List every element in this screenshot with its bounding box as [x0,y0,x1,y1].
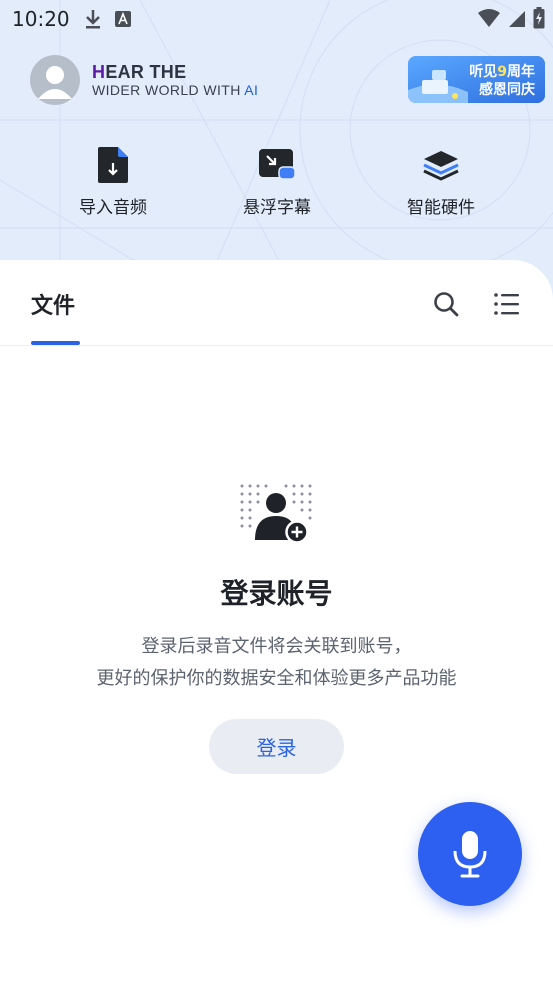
quick-action-label: 悬浮字幕 [243,198,311,218]
login-button[interactable]: 登录 [209,719,344,774]
import-audio-icon [98,147,128,183]
tab-files[interactable]: 文件 [31,288,75,320]
empty-state-illustration [238,482,314,544]
keyboard-a-icon [114,11,131,27]
banner-suffix: 周年 [507,64,535,80]
empty-state-title: 登录账号 [220,577,333,610]
empty-state-description: 登录后录音文件将会关联到账号， 更好的保护你的数据安全和体验更多产品功能 [0,631,553,695]
slogan-highlight-letter: H [92,62,106,82]
slogan-line-1: HEAR THE [92,62,258,82]
slogan-line-1-text: EAR THE [105,62,187,82]
floating-subtitle-icon [259,149,296,180]
slogan: HEAR THE WIDER WORLD WITH AI [92,62,258,98]
slogan-line-2: WIDER WORLD WITH AI [92,82,258,98]
user-avatar-icon [38,66,72,99]
banner-number: 9 [497,64,507,80]
quick-action-smart-hardware[interactable]: 智能硬件 [376,145,506,220]
banner-line-2: 感恩同庆 [479,82,535,98]
quick-action-floating-subtitle[interactable]: 悬浮字幕 [212,145,342,220]
slogan-ai-text: AI [244,82,259,98]
download-icon [85,10,100,29]
quick-action-label: 智能硬件 [407,198,475,218]
wifi-icon [478,9,500,27]
empty-state-desc-line-2: 更好的保护你的数据安全和体验更多产品功能 [96,668,457,689]
list-menu-icon [494,293,519,315]
slogan-line-2-text: WIDER WORLD WITH [92,82,245,98]
search-icon [434,292,459,317]
smart-hardware-icon [423,151,459,181]
status-time: 10:20 [12,7,70,31]
record-button[interactable] [418,802,522,906]
status-bar: 10:20 [0,0,553,38]
battery-charging-icon [533,7,545,29]
search-button[interactable] [432,290,460,318]
banner-prefix: 听见 [469,64,498,80]
quick-action-label: 导入音频 [79,198,147,218]
empty-state-desc-line-1: 登录后录音文件将会关联到账号， [141,636,412,657]
avatar[interactable] [30,55,80,105]
list-menu-button[interactable] [493,290,521,318]
signal-icon [509,11,525,27]
microphone-icon [453,831,487,878]
banner-line-1: 听见9周年 [469,61,535,81]
add-user-icon [240,484,312,544]
quick-action-import-audio[interactable]: 导入音频 [48,145,178,220]
tab-divider [0,345,553,346]
anniversary-banner[interactable]: 听见9周年 感恩同庆 [408,56,545,103]
